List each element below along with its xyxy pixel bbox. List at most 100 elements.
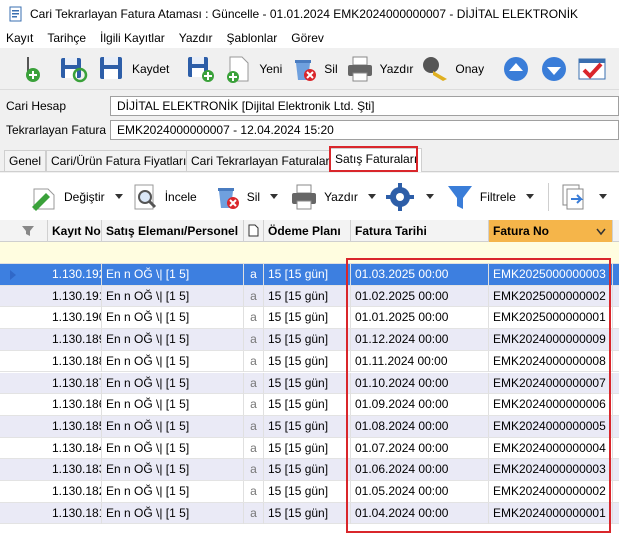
new-button[interactable]: Yeni	[223, 51, 282, 87]
cell-satis-elemani: En n OĞ \| [1 5]	[102, 394, 244, 416]
settings-dropdown-icon[interactable]	[425, 194, 434, 199]
delete-dropdown-icon[interactable]	[270, 194, 279, 199]
cell-type: a	[244, 285, 264, 307]
app-icon	[9, 6, 22, 22]
chevron-down-icon[interactable]	[596, 228, 606, 236]
cell-satis-elemani: En n OĞ \| [1 5]	[102, 307, 244, 329]
print-dropdown-icon[interactable]	[367, 194, 376, 199]
header-odeme-plani[interactable]: Ödeme Planı	[264, 220, 351, 242]
tab-cari-tekrarlayan-faturalari[interactable]: Cari Tekrarlayan Faturaları	[186, 150, 338, 171]
magnifier-icon	[134, 184, 156, 209]
filter-dropdown-icon[interactable]	[525, 194, 534, 199]
cell-odeme-plani: 15 [15 gün]	[264, 264, 351, 285]
save-button[interactable]: Kaydet	[96, 51, 169, 87]
move-down-button[interactable]	[538, 51, 570, 87]
cell-kayit-no: 1.130.183	[48, 459, 102, 481]
funnel-icon	[447, 185, 472, 209]
delete-button[interactable]: Sil	[288, 51, 338, 87]
cell-kayit-no: 1.130.181	[48, 502, 102, 524]
cell-type: a	[244, 459, 264, 481]
cell-type: a	[244, 307, 264, 329]
grid-print-button[interactable]: Yazdır	[288, 181, 376, 213]
grid-header: Kayıt No Satış Elemanı/Personel Ödeme Pl…	[0, 220, 619, 242]
cell-odeme-plani: 15 [15 gün]	[264, 307, 351, 329]
header-kayit-no[interactable]: Kayıt No	[48, 220, 102, 242]
edit-dropdown-icon[interactable]	[114, 194, 123, 199]
filter-button[interactable]: Filtrele	[444, 181, 534, 213]
cell-odeme-plani: 15 [15 gün]	[264, 285, 351, 307]
confirm-button[interactable]	[576, 51, 608, 87]
menu-bar: Kayıt Tarihçe İlgili Kayıtlar Yazdır Şab…	[0, 28, 619, 48]
cell-type: a	[244, 372, 264, 394]
cell-kayit-no: 1.130.188	[48, 350, 102, 372]
gear-icon	[385, 182, 414, 211]
tab-cari-urun-fatura-fiyatlari[interactable]: Cari/Ürün Fatura Fiyatları	[46, 150, 192, 171]
title-bar: Cari Tekrarlayan Fatura Ataması : Güncel…	[0, 0, 619, 28]
header-fatura-tarihi[interactable]: Fatura Tarihi	[351, 220, 489, 242]
cari-hesap-field[interactable]: DİJİTAL ELEKTRONİK [Dijital Elektronik L…	[110, 96, 619, 116]
disk-icon	[100, 56, 122, 79]
cell-satis-elemani: En n OĞ \| [1 5]	[102, 437, 244, 459]
header-fatura-no-label: Fatura No	[493, 224, 550, 238]
save-refresh-button[interactable]	[58, 51, 90, 87]
menu-tarihce[interactable]: Tarihçe	[47, 31, 86, 45]
cell-type: a	[244, 437, 264, 459]
cell-type: a	[244, 264, 264, 285]
settings-button[interactable]	[384, 181, 434, 213]
grid-print-label: Yazdır	[324, 189, 358, 204]
approve-button[interactable]: Onay	[419, 51, 484, 87]
move-up-button[interactable]	[500, 51, 532, 87]
tab-strip: Genel Cari/Ürün Fatura Fiyatları Cari Te…	[0, 148, 619, 172]
header-satis-elemani[interactable]: Satış Elemanı/Personel	[102, 220, 244, 242]
export-button[interactable]	[557, 181, 607, 213]
menu-kayit[interactable]: Kayıt	[6, 31, 33, 45]
cell-odeme-plani: 15 [15 gün]	[264, 502, 351, 524]
inspect-button[interactable]: İncele	[129, 181, 197, 213]
grid-delete-button[interactable]: Sil	[211, 181, 279, 213]
cell-kayit-no: 1.130.191	[48, 285, 102, 307]
menu-gorev[interactable]: Görev	[291, 31, 324, 45]
header-type[interactable]	[244, 220, 264, 242]
cell-kayit-no: 1.130.184	[48, 437, 102, 459]
header-fatura-no[interactable]: Fatura No	[489, 220, 613, 242]
arrow-up-icon	[504, 56, 529, 81]
main-toolbar: Kaydet Yeni Sil Yazdır Onay	[0, 48, 619, 90]
new-record-button[interactable]	[20, 51, 52, 87]
tekrarlayan-fatura-field[interactable]: EMK2024000000007 - 12.04.2024 15:20	[110, 120, 619, 140]
approval-icon	[423, 56, 448, 81]
edit-label: Değiştir	[64, 189, 105, 204]
tab-genel[interactable]: Genel	[4, 150, 47, 171]
menu-sablonlar[interactable]: Şablonlar	[227, 31, 278, 45]
cell-odeme-plani: 15 [15 gün]	[264, 350, 351, 372]
window-title: Cari Tekrarlayan Fatura Ataması : Güncel…	[30, 7, 579, 21]
cell-satis-elemani: En n OĞ \| [1 5]	[102, 285, 244, 307]
disk-refresh-icon	[61, 57, 88, 82]
cari-hesap-row: Cari Hesap DİJİTAL ELEKTRONİK [Dijital E…	[0, 96, 619, 116]
cell-odeme-plani: 15 [15 gün]	[264, 394, 351, 416]
arrow-down-icon	[542, 56, 567, 81]
new-document-icon	[227, 56, 249, 83]
cell-satis-elemani: En n OĞ \| [1 5]	[102, 372, 244, 394]
row-header-cell[interactable]	[0, 220, 48, 242]
cell-satis-elemani: En n OĞ \| [1 5]	[102, 502, 244, 524]
cell-odeme-plani: 15 [15 gün]	[264, 437, 351, 459]
cell-odeme-plani: 15 [15 gün]	[264, 329, 351, 351]
header-fields: Cari Hesap DİJİTAL ELEKTRONİK [Dijital E…	[0, 90, 619, 146]
cell-kayit-no: 1.130.192	[48, 264, 102, 285]
cell-type: a	[244, 350, 264, 372]
menu-yazdir[interactable]: Yazdır	[179, 31, 213, 45]
print-button[interactable]: Yazdır	[344, 51, 413, 87]
current-row-indicator-icon	[10, 270, 16, 280]
edit-button[interactable]: Değiştir	[28, 181, 123, 213]
export-dropdown-icon[interactable]	[598, 194, 607, 199]
menu-ilgili-kayitlar[interactable]: İlgili Kayıtlar	[100, 31, 165, 45]
grid-delete-label: Sil	[246, 189, 261, 204]
toolbar-divider	[547, 182, 549, 211]
cell-satis-elemani: En n OĞ \| [1 5]	[102, 264, 244, 285]
save-add-button[interactable]	[185, 51, 217, 87]
cell-type: a	[244, 394, 264, 416]
cell-type: a	[244, 329, 264, 351]
disk-add-icon	[188, 56, 215, 82]
cell-odeme-plani: 15 [15 gün]	[264, 459, 351, 481]
trash-icon	[295, 59, 317, 81]
